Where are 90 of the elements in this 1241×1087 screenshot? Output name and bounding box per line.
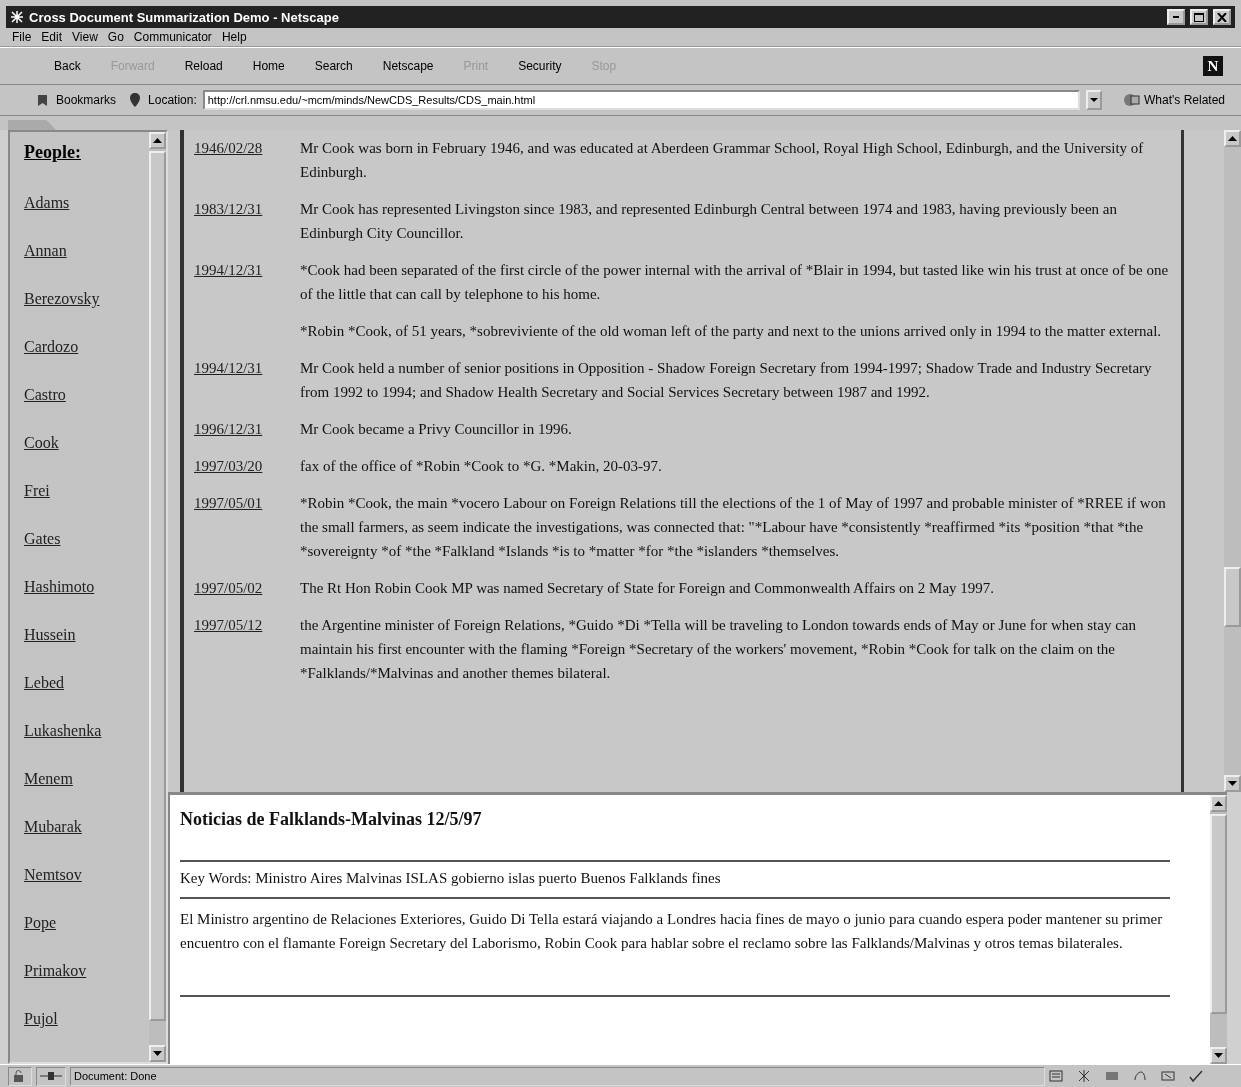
location-label: Location: (148, 93, 197, 107)
app-icon (10, 10, 24, 24)
person-link[interactable]: Lebed (24, 670, 149, 695)
person-link[interactable]: Cook (24, 430, 149, 455)
person-link[interactable]: Primakov (24, 958, 149, 983)
whats-related-label: What's Related (1144, 93, 1225, 107)
keywords-text: Key Words: Ministro Aires Malvinas ISLAS gobierno islas puerto Buenos Falklands fines (180, 869, 722, 888)
dropdown-arrow-icon (1090, 98, 1098, 102)
date-link[interactable]: 1994/12/31 (194, 356, 300, 404)
scroll-down-button[interactable] (1210, 1047, 1227, 1064)
window-title: Cross Document Summarization Demo - Netscape (29, 9, 339, 25)
person-link[interactable]: Lukashenka (24, 718, 149, 743)
bookmarks-button[interactable]: Bookmarks (30, 91, 123, 109)
article-title: Noticias de Falklands-Malvinas 12/5/97 (180, 809, 483, 830)
url-field[interactable]: http://crl.nmsu.edu/~mcm/minds/NewCDS_Results/CDS_main.html (202, 90, 1080, 110)
person-link[interactable]: Cardozo (24, 334, 149, 359)
scrollbar[interactable] (1224, 130, 1241, 792)
netscape-logo: N (1203, 56, 1223, 76)
entry-text: Mr Cook was born in February 1946, and was educated at Aberdeen Grammar School, Royal High School, Edinburgh, and the University of Edinburgh. (300, 139, 1145, 182)
toolbar-button[interactable]: Security (514, 57, 566, 75)
whats-related-button[interactable]: What's Related (1116, 91, 1231, 109)
dropdown-button[interactable] (1086, 90, 1102, 110)
scroll-down-button[interactable] (1224, 775, 1241, 792)
date-link[interactable]: 1997/03/20 (194, 454, 300, 478)
person-link[interactable]: Hussein (24, 622, 149, 647)
entry-text: The Rt Hon Robin Cook MP was named Secretary of State for Foreign and Commonwealth Affairs on 2 May 1997. (300, 579, 996, 598)
maximize-icon (1194, 12, 1204, 22)
plug-icon (40, 1071, 62, 1081)
up-arrow-icon (1214, 801, 1223, 806)
entry-text: the Argentine minister of Foreign Relations, *Guido *Di *Tella will be traveling to London towards ends of May or June for when stay can maintain his first encounter with the flaming *Foreign *Secretary of the workers' movement, *Robin *Cook for talk on the claim on the *Falklands/*Malvinas and another themes bilateral. (300, 616, 1137, 683)
down-arrow-icon (1214, 1053, 1223, 1058)
scroll-down-button[interactable] (149, 1045, 166, 1062)
location-icon (128, 92, 143, 108)
entry-text: Mr Cook held a number of senior positions in Opposition - Shadow Foreign Secretary from 1994-1997; Shadow Trade and Industry Secretary from 1992 to 1994; and Shadow Health Secretary and Social Services Secretary between 1987 and 1992. (300, 359, 1153, 402)
entry-text: *Robin *Cook, of 51 years, *sobreviviente of the old woman left of the party and next to the unions arrived only in 1994 to the matter external. (300, 322, 1163, 341)
scrollbar[interactable] (1210, 795, 1227, 1064)
person-link[interactable]: Pope (24, 910, 149, 935)
related-icon (1122, 92, 1140, 108)
toolbar-button[interactable]: Netscape (378, 57, 438, 75)
bookmarks-label: Bookmarks (56, 93, 117, 107)
status-text: Document: Done (70, 1066, 1045, 1086)
person-link[interactable]: Annan (24, 238, 149, 263)
toolbar-button[interactable]: Search (310, 57, 357, 75)
date-link[interactable]: 1997/05/12 (194, 613, 300, 685)
minimize-icon (1173, 16, 1179, 18)
toolbar-button[interactable]: Reload (180, 57, 227, 75)
entry-text: Mr Cook has represented Livingston since 1983, and represented Edinburgh Central between 1974 and 1983, having previously been an Edinburgh City Councillor. (300, 200, 1119, 243)
person-link[interactable]: Nemtsov (24, 862, 149, 887)
up-arrow-icon (1228, 136, 1237, 141)
person-link[interactable]: Pujol (24, 1006, 149, 1031)
entry-text: *Cook had been separated of the first circle of the power internal with the arrival of *Blair in 1994, but tasted like win his trust at once of be one of the little that can call by telephone to his home. (300, 261, 1170, 304)
entry-text: *Robin *Cook, the main *vocero Labour on Foreign Relations till the elections of the 1 of May of 1997 and probable minister of *RREE if won the small farmers, as seem indicate the investigations, was connected that: "*Labour have *consistently *reaffirmed *its *position *that *the *sovereignty *of *the *Falkland *Islands *is to *matter *for *the *islanders *themselves. (300, 494, 1167, 561)
menu-item[interactable]: Edit (41, 30, 63, 44)
menu-item[interactable]: Communicator (133, 30, 212, 44)
person-link[interactable]: Hashimoto (24, 574, 149, 599)
person-link[interactable]: Frei (24, 478, 149, 503)
scroll-thumb[interactable] (1210, 814, 1227, 1014)
scroll-up-button[interactable] (1210, 795, 1227, 812)
date-link[interactable]: 1997/05/01 (194, 491, 300, 563)
person-link[interactable]: Castro (24, 382, 149, 407)
date-link[interactable]: 1946/02/28 (194, 136, 300, 184)
date-link[interactable]: 1983/12/31 (194, 197, 300, 245)
down-arrow-icon (153, 1051, 162, 1056)
scroll-up-button[interactable] (1224, 130, 1241, 147)
menu-item[interactable]: File (12, 30, 32, 44)
toolbar-button[interactable]: Home (248, 57, 289, 75)
up-arrow-icon (153, 138, 162, 143)
entry-text: fax of the office of *Robin *Cook to *G. *Makin, 20-03-97. (300, 457, 663, 476)
person-link[interactable]: Menem (24, 766, 149, 791)
person-link[interactable]: Mubarak (24, 814, 149, 839)
person-link[interactable]: Adams (24, 190, 149, 215)
date-link[interactable]: 1994/12/31 (194, 258, 300, 306)
close-icon (1217, 12, 1227, 22)
person-link[interactable]: Gates (24, 526, 149, 551)
entry-text: Mr Cook became a Privy Councillor in 1996. (300, 420, 573, 439)
close-button[interactable] (1213, 9, 1231, 25)
scroll-thumb[interactable] (1224, 567, 1241, 627)
sidebar-heading: People: (24, 142, 82, 163)
person-link[interactable]: Berezovsky (24, 286, 149, 311)
menu-item[interactable]: Help (221, 30, 247, 44)
menu-item[interactable]: Go (107, 30, 124, 44)
minimize-button[interactable] (1167, 9, 1185, 25)
maximize-button[interactable] (1190, 9, 1208, 25)
date-link[interactable]: 1997/05/02 (194, 576, 300, 600)
toolbar-button[interactable]: Back (50, 57, 85, 75)
down-arrow-icon (1228, 781, 1237, 786)
date-link[interactable]: 1996/12/31 (194, 417, 300, 441)
article-text: El Ministro argentino de Relaciones Exteriores, Guido Di Tella estará viajando a Londres hacia fines de mayo o junio para cuando espera poder mantener su primer encuentro con el flamante Foreign Secretary del Laborismo, Robin Cook para hablar sobre el reclamo sobre las Falklands/Malvinas y otros temas bilaterales. (180, 910, 1164, 953)
scroll-up-button[interactable] (149, 132, 166, 149)
menu-item[interactable]: View (72, 30, 98, 44)
